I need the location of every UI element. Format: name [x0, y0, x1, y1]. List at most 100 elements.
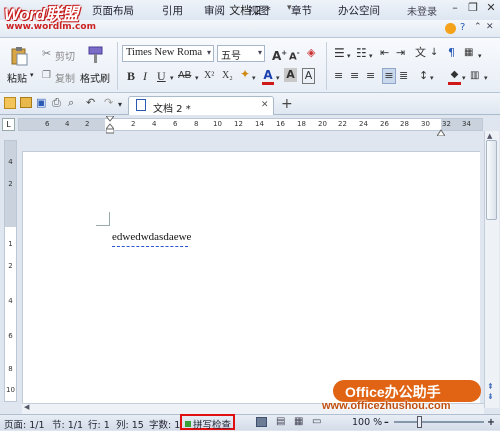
distributed-align-icon[interactable]: ≣	[399, 69, 408, 83]
close-window-button[interactable]: ✕	[484, 1, 498, 17]
outline-view-icon[interactable]: ▤	[276, 416, 285, 427]
copy-icon: ❐	[42, 70, 51, 81]
line-spacing-icon[interactable]: ↕	[419, 69, 428, 83]
ruler-number: 4	[8, 158, 13, 166]
minimize-button[interactable]: –	[448, 1, 462, 17]
close-tab-icon[interactable]: ✕	[261, 100, 269, 110]
borders-icon[interactable]: ▦	[464, 46, 473, 60]
shading-dropdown-icon[interactable]: ▾	[462, 71, 466, 85]
ribbon-close-icon[interactable]: ✕	[486, 22, 494, 32]
new-doc-icon[interactable]	[4, 97, 16, 109]
skin-icon[interactable]	[445, 23, 456, 34]
font-name-select[interactable]: Times New Roma ▾	[122, 45, 214, 62]
paste-label[interactable]: 粘贴	[7, 70, 27, 85]
bold-button[interactable]: B	[127, 69, 135, 83]
numbered-list-icon[interactable]: ☷	[356, 46, 367, 60]
undo-icon[interactable]: ↶	[86, 96, 95, 110]
menu-view[interactable]: 视图	[248, 3, 269, 18]
zoom-out-button[interactable]: –	[384, 417, 389, 428]
italic-button[interactable]: I	[143, 69, 147, 83]
strikethrough-button[interactable]: AB	[178, 69, 191, 83]
scroll-up-icon[interactable]: ▲	[487, 132, 492, 140]
menu-office-space[interactable]: 办公空间	[338, 3, 380, 18]
zoom-slider-track[interactable]	[394, 421, 484, 423]
align-left-icon[interactable]: ≡	[334, 69, 343, 83]
numbered-dropdown-icon[interactable]: ▾	[369, 49, 373, 63]
text-effect-dropdown-icon[interactable]: ▾	[252, 71, 256, 85]
subscript-button[interactable]: X₂	[222, 69, 233, 83]
help-icon[interactable]: ?	[460, 22, 465, 33]
font-color-icon[interactable]: A	[262, 68, 274, 85]
save-icon[interactable]: ▣	[36, 96, 46, 110]
print-preview-icon[interactable]: ⌕	[68, 96, 74, 110]
doc-tab-label[interactable]: 文档 2 *	[153, 100, 191, 115]
bullet-list-icon[interactable]: ☰	[334, 46, 345, 60]
minimize-ribbon-icon[interactable]: ⌃	[474, 22, 482, 32]
scroll-left-icon[interactable]: ◀	[24, 403, 29, 411]
superscript-button[interactable]: X²	[204, 69, 214, 83]
menu-section[interactable]: 章节	[291, 3, 312, 18]
justify-icon[interactable]: ≡	[382, 68, 396, 84]
copy-button[interactable]: 复制	[55, 70, 75, 85]
menu-references[interactable]: 引用	[162, 3, 183, 18]
paragraph-shading-icon[interactable]: ◆	[448, 68, 461, 85]
customize-toolbar-icon[interactable]: ▾	[118, 98, 122, 112]
decrease-indent-icon[interactable]: ⇤	[380, 46, 389, 60]
zoom-level[interactable]: 100 %	[352, 417, 382, 428]
menu-page-layout[interactable]: 页面布局	[92, 3, 134, 18]
clear-format-icon[interactable]: ◈	[307, 46, 315, 60]
zoom-slider-thumb[interactable]	[417, 416, 422, 428]
font-color-dropdown-icon[interactable]: ▾	[276, 71, 280, 85]
chinese-layout-icon[interactable]: 文	[415, 46, 426, 60]
table-borders-icon[interactable]: ▥	[470, 69, 479, 83]
strike-dropdown-icon[interactable]: ▾	[195, 71, 199, 85]
restore-button[interactable]: ❐	[466, 1, 480, 17]
increase-indent-icon[interactable]: ⇥	[396, 46, 405, 60]
show-marks-icon[interactable]: ¶	[448, 46, 455, 60]
underline-dropdown-icon[interactable]: ▾	[170, 71, 174, 85]
line-spacing-dropdown-icon[interactable]: ▾	[430, 71, 434, 85]
char-shading-icon[interactable]: A	[284, 68, 297, 82]
reading-view-icon[interactable]: ▭	[312, 416, 321, 427]
align-center-icon[interactable]: ≡	[350, 69, 359, 83]
bullet-dropdown-icon[interactable]: ▾	[347, 49, 351, 63]
prev-page-icon[interactable]: ⇞	[487, 382, 494, 391]
next-page-icon[interactable]: ⇟	[487, 392, 494, 401]
menu-review[interactable]: 审阅	[204, 3, 225, 18]
grow-font-icon[interactable]: A+	[272, 46, 287, 63]
zoom-in-button[interactable]: +	[487, 417, 495, 428]
char-border-icon[interactable]: A	[302, 68, 315, 84]
ruler-number: 12	[234, 120, 243, 128]
shrink-font-icon[interactable]: A-	[289, 46, 300, 64]
format-painter-icon[interactable]	[87, 45, 105, 65]
status-words[interactable]: 字数: 1	[149, 417, 180, 431]
font-size-select[interactable]: 五号 ▾	[217, 45, 265, 62]
align-right-icon[interactable]: ≡	[366, 69, 375, 83]
page-view-icon[interactable]	[256, 417, 267, 427]
paste-dropdown-icon[interactable]: ▾	[30, 71, 34, 79]
right-indent-marker-icon[interactable]	[436, 126, 446, 137]
ruler-number: 6	[173, 120, 178, 128]
document-page[interactable]	[22, 151, 480, 403]
borders-dropdown-icon[interactable]: ▾	[478, 49, 482, 63]
open-folder-icon[interactable]	[20, 97, 32, 108]
paste-icon[interactable]	[9, 46, 29, 66]
underline-button[interactable]: U	[157, 69, 166, 83]
text-effect-icon[interactable]: ✦	[240, 67, 250, 81]
login-status[interactable]: 未登录	[407, 3, 437, 18]
table-borders-dropdown-icon[interactable]: ▾	[484, 71, 488, 85]
redo-icon[interactable]: ↷	[104, 96, 113, 110]
format-painter-label[interactable]: 格式刷	[80, 70, 110, 85]
new-tab-button[interactable]: +	[281, 96, 293, 112]
sort-icon[interactable]: ↓	[430, 46, 438, 60]
spell-check-button[interactable]: 拼写检查	[193, 417, 231, 431]
cut-button[interactable]: 剪切	[55, 48, 75, 63]
tab-stop-selector[interactable]: L	[2, 118, 15, 131]
vertical-scroll-thumb[interactable]	[486, 140, 497, 220]
print-icon[interactable]: ⎙	[52, 96, 61, 110]
document-text[interactable]: edwedwdasdaewe	[112, 231, 191, 243]
web-view-icon[interactable]: ▦	[294, 416, 303, 427]
indent-marker-icon[interactable]	[104, 115, 116, 134]
status-page[interactable]: 页面: 1/1	[4, 417, 45, 431]
doc-tab[interactable]	[128, 96, 274, 115]
